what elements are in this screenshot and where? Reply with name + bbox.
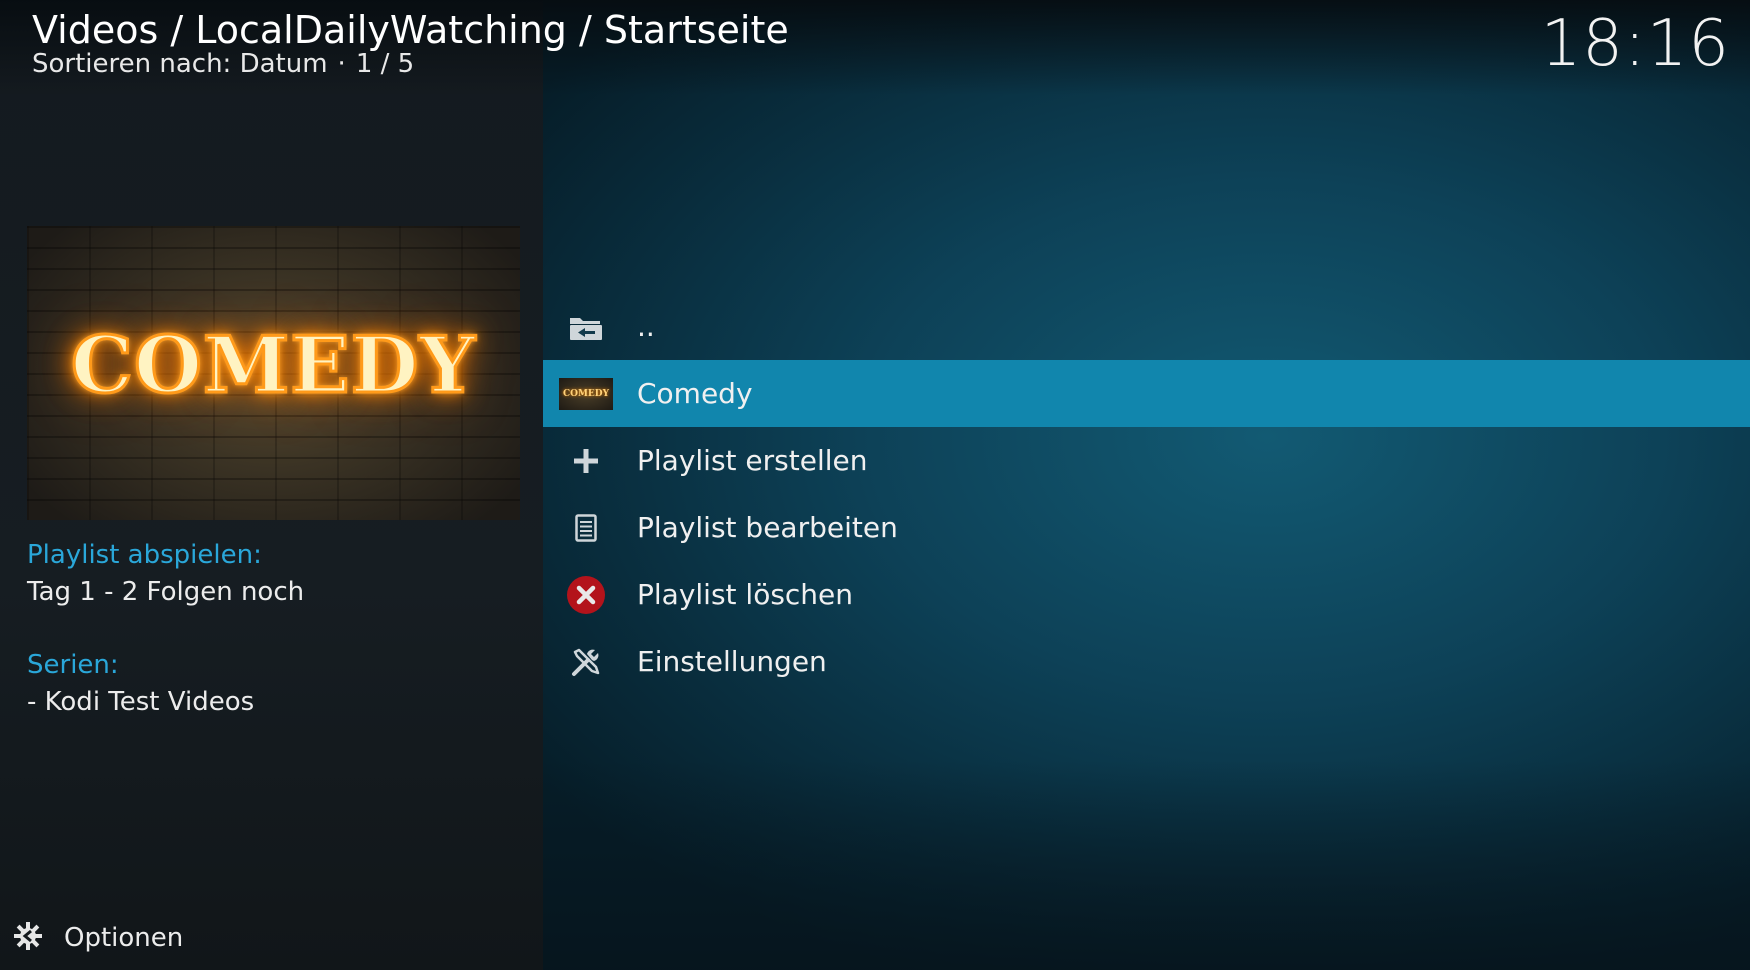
preview-thumbnail: COMEDY (27, 226, 520, 520)
playlist-label: Playlist abspielen: (27, 540, 262, 570)
sort-separator: · (337, 49, 346, 79)
content-background-fade (543, 760, 1750, 970)
file-list: .. COMEDY Comedy Playlist erstellen Play (543, 293, 1750, 695)
sort-status: Sortieren nach: Datum · 1 / 5 (32, 48, 414, 80)
list-item-label: Playlist erstellen (637, 443, 868, 477)
document-icon (558, 508, 614, 548)
series-value: - Kodi Test Videos (27, 687, 255, 717)
list-item-delete-playlist[interactable]: Playlist löschen (543, 561, 1750, 628)
list-item-parent-folder[interactable]: .. (543, 293, 1750, 360)
tools-icon (558, 642, 614, 682)
item-position: 1 / 5 (355, 49, 415, 79)
options-icon (12, 920, 44, 956)
series-label: Serien: (27, 650, 119, 680)
list-item-create-playlist[interactable]: Playlist erstellen (543, 427, 1750, 494)
list-item-label: Comedy (637, 376, 753, 410)
list-item-label: Einstellungen (637, 644, 827, 678)
options-label: Optionen (64, 923, 184, 953)
list-item-label: .. (637, 309, 655, 343)
plus-icon (558, 441, 614, 481)
list-item-comedy[interactable]: COMEDY Comedy (543, 360, 1750, 427)
comedy-thumbnail-icon: COMEDY (558, 374, 614, 414)
sort-label: Sortieren nach: Datum (32, 49, 328, 79)
list-item-label: Playlist bearbeiten (637, 510, 898, 544)
breadcrumb: Videos / LocalDailyWatching / Startseite (32, 8, 789, 52)
clock: 18:16 (1540, 7, 1730, 81)
list-item-settings[interactable]: Einstellungen (543, 628, 1750, 695)
list-item-edit-playlist[interactable]: Playlist bearbeiten (543, 494, 1750, 561)
comedy-mini-thumbnail: COMEDY (559, 377, 613, 410)
folder-back-icon (558, 307, 614, 347)
list-item-label: Playlist löschen (637, 577, 854, 611)
playlist-value: Tag 1 - 2 Folgen noch (27, 577, 305, 607)
delete-icon (558, 575, 614, 615)
thumbnail-neon-text: COMEDY (69, 319, 477, 412)
options-button[interactable]: Optionen (12, 918, 183, 958)
